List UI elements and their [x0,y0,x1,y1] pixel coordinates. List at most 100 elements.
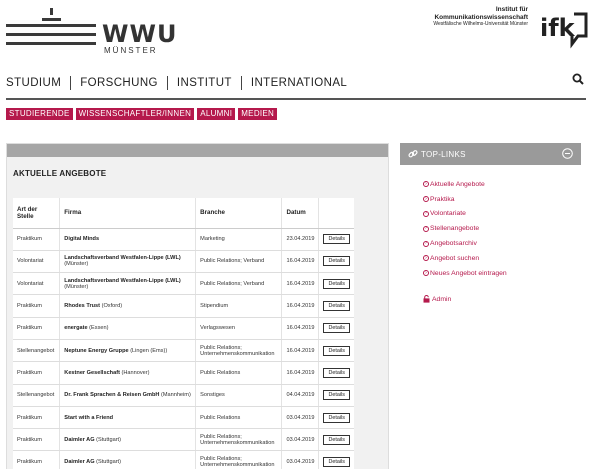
details-button[interactable]: Details [323,457,350,468]
cell-datum: 16.04.2019 [281,361,319,385]
ifk-logo-icon: ifk [540,12,588,49]
cell-art: Stellenangebot [13,384,60,407]
cell-datum: 16.04.2019 [281,294,319,318]
sidebar-link-volontariate[interactable]: › Volontariate [423,207,507,222]
cell-datum: 03.04.2019 [281,450,319,469]
cell-firma: Kestner Gesellschaft (Hannover) [59,361,196,385]
cell-actions: Details [318,406,354,430]
cell-actions: Details [318,361,354,385]
sidebar-link-label: Aktuelle Angebote [430,180,485,188]
firm-location: (Stuttgart) [96,459,121,466]
sidebar-link-neues-angebot[interactable]: › Neues Angebot eintragen [423,266,507,281]
sidebar-link-angebotsarchiv[interactable]: › Angebotsarchiv [423,236,507,251]
firm-name: Daimler AG [64,459,95,466]
cell-datum: 16.04.2019 [281,250,319,274]
firm-location: (Münster) [64,261,89,268]
table-row: Volontariat Landschaftsverband Westfalen-… [13,272,354,296]
table-row: Praktikum Daimler AG (Stuttgart) Public Re… [13,428,354,452]
top-links-header[interactable]: TOP-LINKS [400,143,581,165]
subnav-medien[interactable]: MEDIEN [238,108,278,120]
details-button[interactable]: Details [323,345,350,356]
wwu-logo-subtitle: MÜNSTER [104,46,158,55]
link-icon [408,150,418,158]
admin-link[interactable]: Admin [423,295,451,303]
offers-panel: AKTUELLE ANGEBOTE Art der Stelle Firma B… [6,143,389,469]
col-header-art: Art der Stelle [13,198,60,229]
nav-institut[interactable]: INSTITUT [177,77,232,89]
cell-branche: Public Relations [195,406,282,430]
chevron-right-icon: › [423,196,429,203]
nav-divider [6,98,586,100]
details-button[interactable]: Details [323,234,350,245]
nav-studium[interactable]: STUDIUM [6,77,61,89]
cell-actions: Details [318,294,354,318]
details-button[interactable]: Details [323,412,350,423]
cell-art: Stellenangebot [13,339,60,363]
sidebar-link-label: Neues Angebot eintragen [430,269,507,277]
table-row: Praktikum Rhodes Trust (Oxford) Stipendium… [13,294,354,318]
details-button[interactable]: Details [323,434,350,445]
sidebar-link-praktika[interactable]: › Praktika [423,192,507,207]
cell-firma: Rhodes Trust (Oxford) [59,294,196,318]
firm-name: Daimler AG [64,436,95,443]
cell-branche: Marketing [195,228,282,251]
sidebar-link-angebot-suchen[interactable]: › Angebot suchen [423,251,507,266]
nav-forschung[interactable]: FORSCHUNG [80,77,158,89]
details-button[interactable]: Details [323,301,350,312]
cell-datum: 03.04.2019 [281,406,319,430]
subnav-wissenschaftler[interactable]: WISSENSCHAFTLER/INNEN [75,108,195,120]
search-icon[interactable] [572,73,584,85]
cell-branche: Sonstiges [195,384,282,407]
audience-navigation: STUDIERENDE WISSENSCHAFTLER/INNEN ALUMNI… [6,108,278,120]
firm-location: (Oxford) [101,303,123,310]
details-button[interactable]: Details [323,278,350,289]
firm-location: (Stuttgart) [96,436,121,443]
cell-firma: Daimler AG (Stuttgart) [59,428,196,452]
nav-separator [70,76,72,90]
table-row: Volontariat Landschaftsverband Westfalen-… [13,250,354,274]
col-header-branche: Branche [195,198,282,229]
offers-table: Art der Stelle Firma Branche Datum Prakt… [13,198,354,469]
cell-branche: Public Relations; Unternehmenskommunikat… [195,450,282,469]
details-button[interactable]: Details [323,390,350,401]
cell-branche: Stipendium [195,294,282,318]
sidebar-link-stellenangebote[interactable]: › Stellenangebote [423,221,507,236]
offers-table-body: Praktikum Digital Minds Marketing 23.04.20… [13,228,354,469]
sidebar-link-label: Volontariate [430,210,466,218]
cell-datum: 04.04.2019 [281,384,319,407]
cell-datum: 03.04.2019 [281,428,319,452]
wwu-logo-mark [6,6,98,56]
cell-branche: Verlagswesen [195,317,282,340]
panel-header-bar [7,144,388,157]
firm-name: energate [64,325,88,332]
ifk-line-1: Institut für [495,6,528,13]
details-button[interactable]: Details [323,367,350,378]
chevron-right-icon: › [423,181,429,188]
wwu-logo[interactable]: WWU MÜNSTER [6,6,176,56]
table-row: Praktikum Start with a Friend Public Rela… [13,406,354,430]
cell-art: Volontariat [13,250,60,274]
details-button[interactable]: Details [323,323,350,334]
nav-international[interactable]: INTERNATIONAL [251,77,347,89]
firm-name: Dr. Frank Sprachen & Reisen GmbH [64,392,160,399]
cell-firma: Digital Minds [59,228,196,251]
chevron-right-icon: › [423,225,429,232]
sidebar-link-aktuelle-angebote[interactable]: › Aktuelle Angebote [423,177,507,192]
table-row: Stellenangebot Dr. Frank Sprachen & Reise… [13,384,354,407]
lock-icon [423,295,430,303]
firm-location: (Münster) [64,283,89,290]
firm-location: (Mannheim) [160,392,191,399]
sidebar-link-label: Praktika [430,195,455,203]
cell-art: Praktikum [13,428,60,452]
collapse-icon[interactable] [562,148,573,159]
subnav-alumni[interactable]: ALUMNI [197,108,236,120]
subnav-studierende[interactable]: STUDIERENDE [6,108,73,120]
col-header-datum: Datum [281,198,319,229]
ifk-logo[interactable]: Institut für Kommunikationswissenschaft … [428,6,588,52]
page-header: WWU MÜNSTER Institut für Kommunikationsw… [0,0,600,62]
firm-location: (Essen) [89,325,109,332]
table-row: Praktikum energate (Essen) Verlagswesen 16.… [13,317,354,340]
firm-name: Rhodes Trust [64,303,101,310]
details-button[interactable]: Details [323,256,350,267]
sidebar-link-label: Stellenangebote [430,225,480,233]
